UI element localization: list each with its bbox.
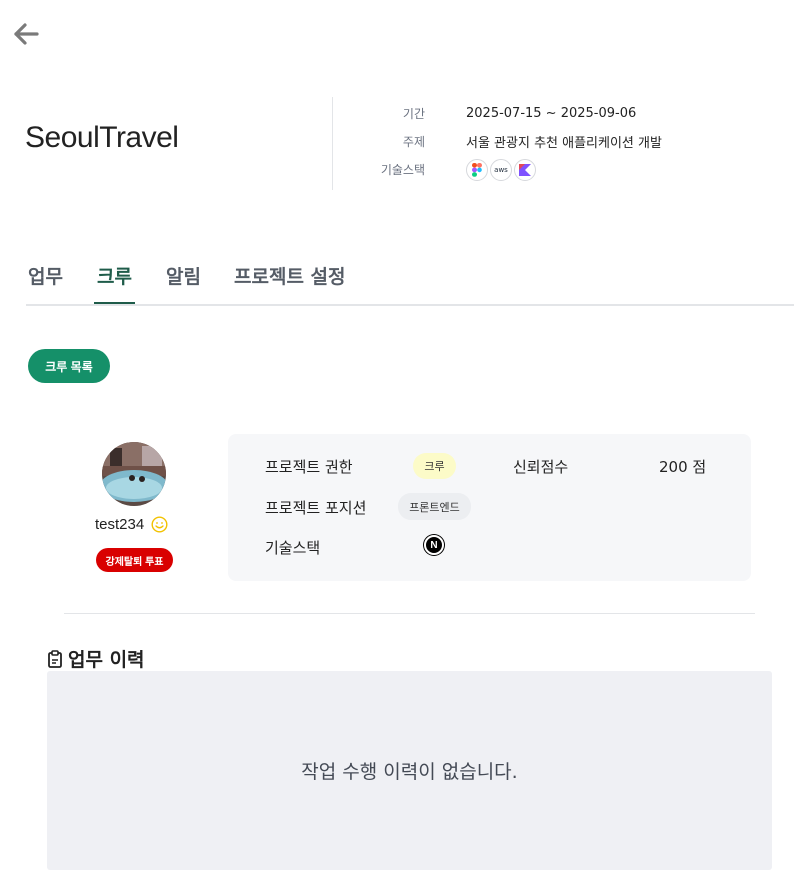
- aws-icon: aws: [490, 159, 512, 181]
- clipboard-icon: [48, 649, 62, 668]
- avatar[interactable]: [102, 442, 166, 506]
- role-label: 프로젝트 권한: [265, 458, 353, 476]
- trust-score-label: 신뢰점수: [513, 458, 569, 476]
- crew-list-button[interactable]: 크루 목록: [28, 349, 110, 383]
- meta-topic-label: 주제: [402, 134, 425, 149]
- tab-bar: 업무 크루 알림 프로젝트 설정: [26, 252, 794, 306]
- meta-period-row: 기간 2025-07-15 ~ 2025-09-06: [370, 101, 770, 125]
- vertical-divider: [332, 97, 333, 190]
- meta-period-label: 기간: [402, 106, 425, 121]
- smile-icon: [151, 516, 168, 533]
- tab-crew[interactable]: 크루: [94, 262, 135, 304]
- kick-vote-button[interactable]: 강제탈퇴 투표: [96, 548, 173, 572]
- member-stack-label: 기술스택: [265, 539, 321, 557]
- meta-period-value: 2025-07-15 ~ 2025-09-06: [466, 105, 637, 121]
- tech-stack-icons: aws: [466, 159, 536, 181]
- meta-topic-value: 서울 관광지 추천 애플리케이션 개발: [466, 135, 662, 151]
- member-info-card: 프로젝트 권한 크루 신뢰점수 200 점 프로젝트 포지션 프론트엔드 기술스…: [228, 434, 751, 581]
- trust-score-value: 200 점: [659, 458, 707, 476]
- position-badge: 프론트엔드: [398, 493, 471, 520]
- history-empty-panel: 작업 수행 이력이 없습니다.: [47, 671, 772, 870]
- meta-stack-row: 기술스택 aws: [370, 157, 770, 181]
- position-label: 프로젝트 포지션: [265, 499, 367, 517]
- meta-stack-label: 기술스택: [380, 162, 425, 177]
- project-title: SeoulTravel: [25, 121, 179, 154]
- nextjs-icon: N: [424, 535, 444, 555]
- username: test234: [95, 516, 145, 533]
- role-badge: 크루: [413, 453, 456, 479]
- figma-icon: [466, 159, 488, 181]
- tab-tasks[interactable]: 업무: [28, 262, 63, 302]
- history-title: 업무 이력: [68, 649, 145, 671]
- section-divider: [64, 613, 755, 614]
- back-button[interactable]: [12, 22, 40, 46]
- history-header: 업무 이력: [47, 645, 145, 672]
- arrow-left-icon: [14, 23, 39, 45]
- tab-project-settings[interactable]: 프로젝트 설정: [234, 262, 346, 302]
- meta-topic-row: 주제 서울 관광지 추천 애플리케이션 개발: [370, 129, 770, 153]
- tab-notifications[interactable]: 알림: [166, 262, 201, 302]
- kotlin-icon: [514, 159, 536, 181]
- history-empty-message: 작업 수행 이력이 없습니다.: [301, 761, 518, 783]
